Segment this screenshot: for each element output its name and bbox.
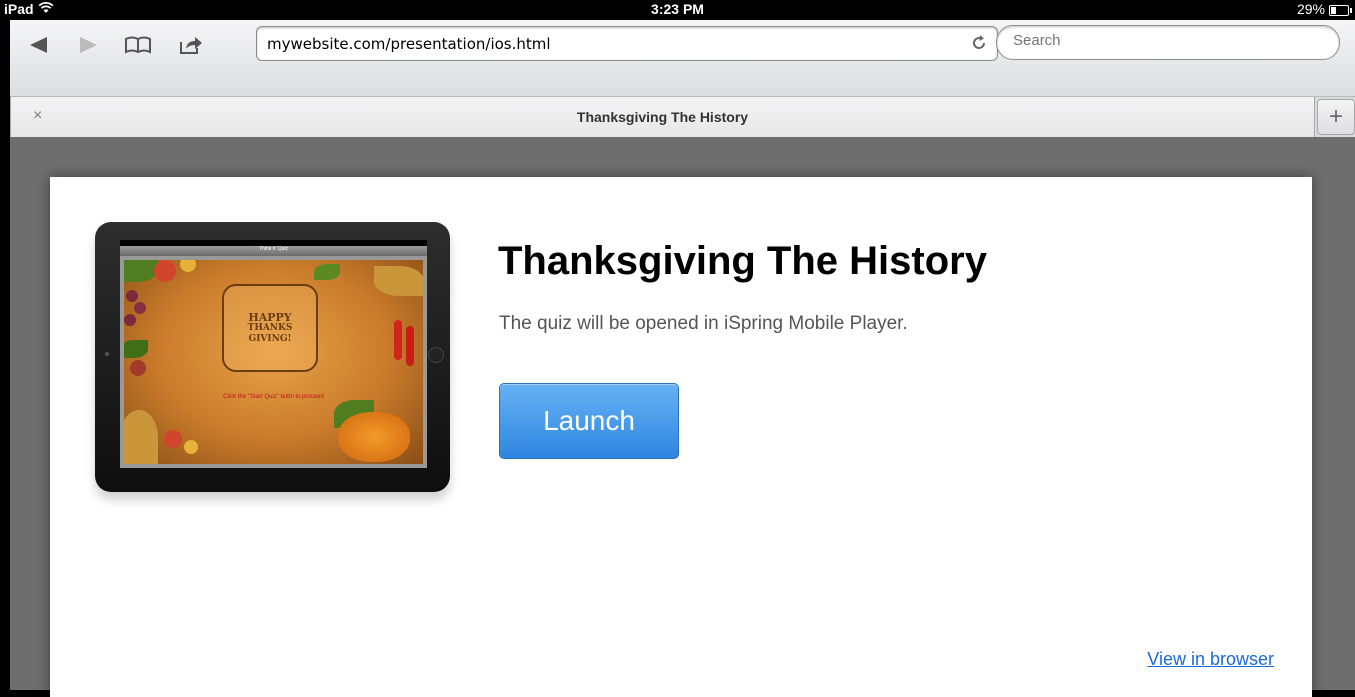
page-title: Thanksgiving The History xyxy=(498,239,987,283)
tab-bar: × Thanksgiving The History + xyxy=(10,96,1355,138)
thumbnail-header: Think n' Quiz xyxy=(258,246,289,252)
search-field[interactable] xyxy=(996,25,1340,60)
thumbnail-caption: Click the "Start Quiz" buttn to proceed xyxy=(223,394,324,400)
share-icon[interactable] xyxy=(175,29,207,61)
launch-button[interactable]: Launch xyxy=(499,383,679,459)
tablet-thumbnail: Think n' Quiz HAPPY THANKS GIVING! Click… xyxy=(95,222,450,492)
battery-icon xyxy=(1329,5,1352,16)
ipad-screen: iPad 3:23 PM 29% mywebsite.com/presentat… xyxy=(0,0,1355,697)
status-bar: iPad 3:23 PM 29% xyxy=(0,0,1355,20)
web-content: Think n' Quiz HAPPY THANKS GIVING! Click… xyxy=(10,137,1355,697)
content-card: Think n' Quiz HAPPY THANKS GIVING! Click… xyxy=(50,177,1312,697)
browser-toolbar: mywebsite.com/presentation/ios.html xyxy=(10,20,1355,96)
battery-percent: 29% xyxy=(1296,1,1325,17)
camera-dot xyxy=(105,352,109,356)
page-subtitle: The quiz will be opened in iSpring Mobil… xyxy=(499,313,908,334)
view-in-browser-link[interactable]: View in browser xyxy=(1147,649,1274,670)
search-input[interactable] xyxy=(1011,31,1315,50)
reload-icon[interactable] xyxy=(969,33,989,53)
forward-icon[interactable] xyxy=(72,29,104,61)
url-text[interactable]: mywebsite.com/presentation/ios.html xyxy=(267,35,551,53)
happy-thanksgiving-badge: HAPPY THANKS GIVING! xyxy=(222,284,318,372)
address-bar[interactable]: mywebsite.com/presentation/ios.html xyxy=(256,26,998,61)
home-button-icon xyxy=(428,347,444,363)
tab-thanksgiving[interactable]: × Thanksgiving The History xyxy=(10,97,1315,137)
clock: 3:23 PM xyxy=(651,1,704,17)
new-tab-button[interactable]: + xyxy=(1317,99,1355,135)
bookmarks-icon[interactable] xyxy=(122,29,154,61)
back-icon[interactable] xyxy=(22,29,54,61)
tab-title: Thanksgiving The History xyxy=(576,109,749,125)
thanksgiving-artwork: HAPPY THANKS GIVING! Click the "Start Qu… xyxy=(124,260,423,464)
thumbnail-screen: Think n' Quiz HAPPY THANKS GIVING! Click… xyxy=(120,240,427,468)
